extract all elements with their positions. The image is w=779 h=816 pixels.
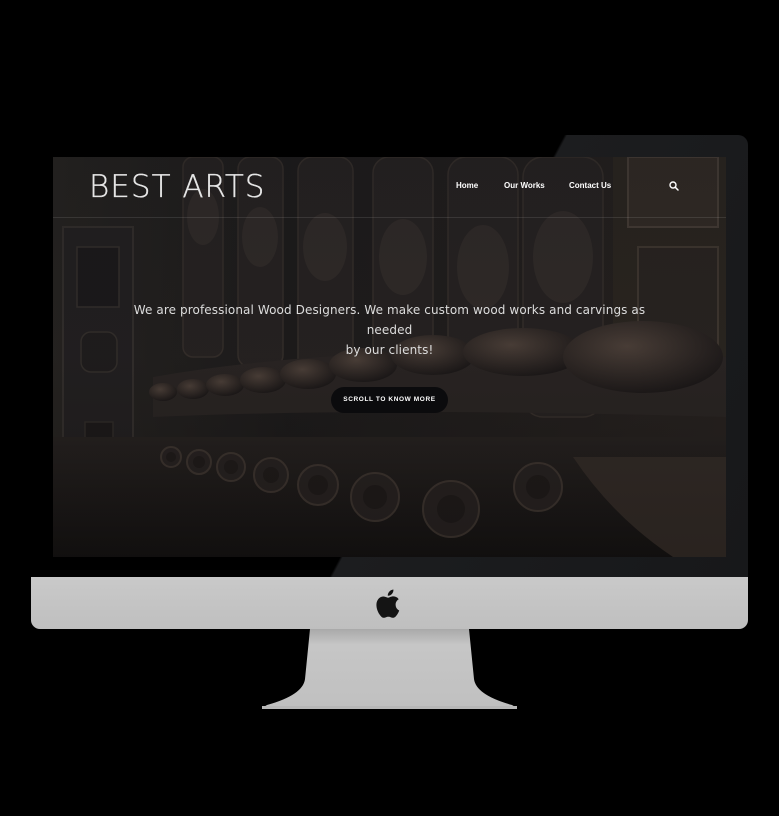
hero-tagline-line-1: We are professional Wood Designers. We m… (133, 303, 646, 337)
search-icon[interactable] (669, 181, 679, 191)
site-header: BEST ARTS Home Our Works Contact Us (53, 157, 726, 218)
nav-home-link[interactable]: Home (456, 181, 478, 195)
monitor-bezel: BEST ARTS Home Our Works Contact Us We a… (31, 135, 748, 578)
hero-tagline-line-2: by our clients! (345, 343, 434, 357)
nav-our-works-link[interactable]: Our Works (504, 181, 545, 195)
apple-logo-icon (376, 589, 400, 618)
monitor-stand (262, 629, 517, 709)
nav-contact-us-link[interactable]: Contact Us (569, 181, 611, 195)
hero-tagline: We are professional Wood Designers. We m… (113, 300, 666, 360)
site-logo[interactable]: BEST ARTS (89, 169, 265, 205)
monitor-mockup: BEST ARTS Home Our Works Contact Us We a… (0, 0, 779, 816)
scroll-to-know-more-button[interactable]: SCROLL TO KNOW MORE (331, 387, 448, 413)
monitor-screen: BEST ARTS Home Our Works Contact Us We a… (53, 157, 726, 557)
